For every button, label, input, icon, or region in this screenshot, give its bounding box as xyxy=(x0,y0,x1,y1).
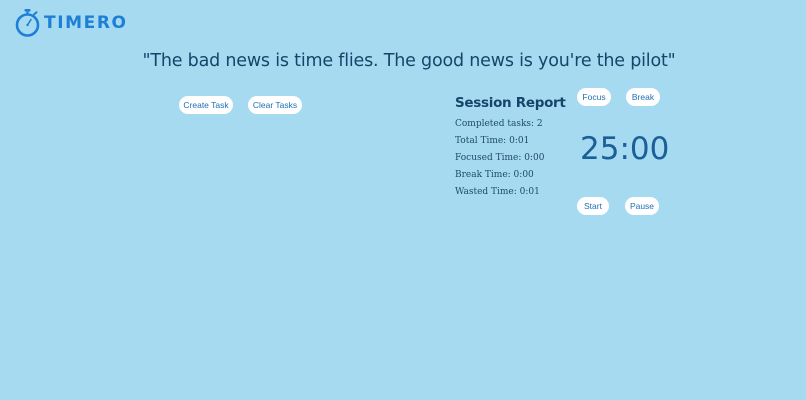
stopwatch-icon xyxy=(14,8,41,38)
focus-mode-button[interactable]: Focus xyxy=(577,88,611,106)
app-logo[interactable]: TIMERO xyxy=(14,8,128,38)
logo-text: TIMERO xyxy=(44,12,128,33)
pause-button[interactable]: Pause xyxy=(625,197,659,215)
create-task-button[interactable]: Create Task xyxy=(179,96,233,114)
wasted-time-stat: Wasted Time: 0:01 xyxy=(455,187,540,197)
clear-tasks-button[interactable]: Clear Tasks xyxy=(248,96,302,114)
total-time-stat: Total Time: 0:01 xyxy=(455,136,530,146)
timer-display: 25:00 xyxy=(580,131,670,167)
completed-tasks-stat: Completed tasks: 2 xyxy=(455,119,543,129)
break-time-stat: Break Time: 0:00 xyxy=(455,170,534,180)
break-mode-button[interactable]: Break xyxy=(626,88,660,106)
focused-time-stat: Focused Time: 0:00 xyxy=(455,153,545,163)
session-report-title: Session Report xyxy=(455,95,566,111)
start-button[interactable]: Start xyxy=(577,197,609,215)
motivational-quote: "The bad news is time flies. The good ne… xyxy=(142,51,676,71)
